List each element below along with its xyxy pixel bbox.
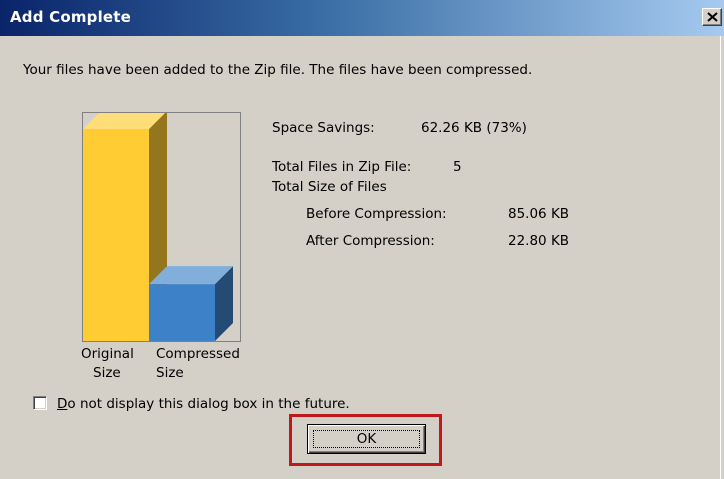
- chart-label-original-line2: Size: [93, 365, 121, 381]
- total-files-label: Total Files in Zip File:: [272, 159, 412, 175]
- accelerator-key: D: [57, 396, 68, 412]
- window-frame-right: [720, 36, 724, 479]
- chart-label-compressed-line2: Size: [156, 365, 184, 381]
- space-savings-label: Space Savings:: [272, 120, 375, 136]
- before-compression-label: Before Compression:: [306, 206, 447, 222]
- total-size-label: Total Size of Files: [272, 179, 387, 195]
- dialog-title: Add Complete: [10, 8, 132, 26]
- close-icon: [707, 12, 718, 22]
- total-files-value: 5: [453, 159, 462, 175]
- do-not-display-label-text: o not display this dialog box in the fut…: [67, 396, 350, 412]
- do-not-display-label[interactable]: Do not display this dialog box in the fu…: [57, 395, 350, 413]
- after-compression-value: 22.80 KB: [508, 233, 570, 249]
- ok-button-highlight: [289, 414, 442, 466]
- after-compression-label: After Compression:: [306, 233, 435, 249]
- chart-label-original: Original: [81, 346, 134, 362]
- title-bar[interactable]: Add Complete: [0, 0, 724, 36]
- chart-bar-front-1: [149, 284, 215, 341]
- close-button[interactable]: [702, 8, 722, 26]
- chart-bar-front-0: [83, 129, 149, 341]
- space-savings-value: 62.26 KB (73%): [421, 120, 527, 136]
- do-not-display-checkbox[interactable]: [33, 396, 47, 410]
- before-compression-value: 85.06 KB: [508, 206, 570, 222]
- add-complete-dialog: Add Complete Your files have been added …: [0, 0, 724, 479]
- compression-chart: [82, 111, 241, 342]
- completion-message: Your files have been added to the Zip fi…: [23, 62, 533, 78]
- compression-chart-svg: [83, 111, 233, 341]
- chart-label-compressed: Compressed: [156, 346, 240, 362]
- chart-bar-1: [149, 266, 233, 341]
